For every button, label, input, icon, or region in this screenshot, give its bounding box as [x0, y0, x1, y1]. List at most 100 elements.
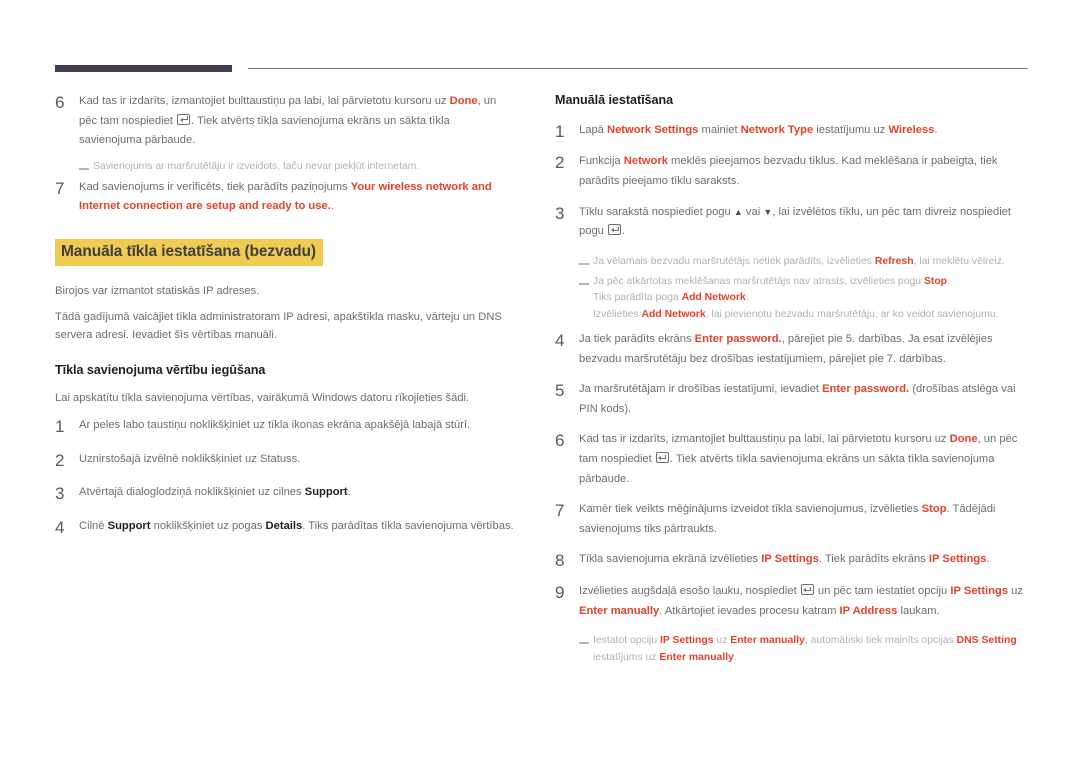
subheading-wrap: Tīkla savienojuma vērtību iegūšana [55, 362, 515, 380]
section-heading: Manuālā iestatīšana [555, 93, 674, 107]
list-item: 5 Ja maršrutētājam ir drošības iestatīju… [555, 380, 1030, 419]
step-number: 6 [555, 431, 565, 451]
accent-term: DNS Setting [956, 635, 1017, 647]
section-heading-wrap: Manuāla tīkla iestatīšana (bezvadu) [55, 238, 515, 266]
enter-key-icon [655, 452, 669, 464]
list-item: 7 Kamēr tiek veikts mēģinājums izveidot … [555, 500, 1030, 539]
step-text: Kad savienojums ir verificēts, tiek parā… [79, 180, 492, 213]
note-text: Ja pēc atkārtotas meklēšanas maršrutētāj… [593, 275, 950, 287]
accent-term: IP Settings [660, 635, 714, 647]
ui-term: Details [265, 519, 303, 532]
right-column: Manuālā iestatīšana 1 Lapā Network Setti… [555, 92, 1030, 667]
step-number: 7 [55, 178, 65, 198]
accent-term: Network Settings [607, 123, 699, 136]
accent-term: Network Type [740, 123, 814, 136]
list-item: 4 Ja tiek parādīts ekrāns Enter password… [555, 330, 1030, 369]
accent-term: Stop [921, 503, 947, 516]
accent-term: Network [623, 155, 668, 168]
accent-term: Add Network [681, 292, 746, 304]
step-text: Ja maršrutētājam ir drošības iestatījumi… [579, 383, 1016, 415]
ui-term: Support [107, 519, 151, 532]
step-number: 2 [55, 450, 65, 470]
accent-term: Enter password. [822, 383, 910, 396]
list-item: 1 Ar peles labo taustiņu noklikšķiniet u… [55, 416, 515, 437]
note-dash-icon [579, 642, 589, 645]
note-dash-icon [579, 262, 589, 265]
list-item: 4 Cilnē Support noklikšķiniet uz pogas D… [55, 517, 515, 538]
step-text: Atvērtajā dialoglodziņā noklikšķiniet uz… [79, 486, 351, 499]
list-item: 6 Kad tas ir izdarīts, izmantojiet bultt… [555, 430, 1030, 489]
step-number: 3 [555, 203, 565, 223]
step-text: Kamēr tiek veikts mēģinājums izveidot tī… [579, 503, 996, 535]
accent-term: Enter manually [730, 635, 805, 647]
step-number: 3 [55, 484, 65, 504]
list-item: 7 Kad savienojums ir verificēts, tiek pa… [55, 178, 515, 217]
arrow-up-icon: ▲ [733, 206, 743, 217]
section-heading: Tīkla savienojuma vērtību iegūšana [55, 363, 266, 378]
list-item: 6 Kad tas ir izdarīts, izmantojiet bultt… [55, 92, 515, 151]
accent-term: Done [449, 95, 478, 107]
accent-term: Stop [923, 275, 948, 287]
accent-term: Add Network [641, 309, 706, 321]
note-text: Iestatot opciju IP Settings uz Enter man… [593, 635, 1017, 664]
step-text: Lapā Network Settings mainiet Network Ty… [579, 123, 938, 136]
list-item: 2 Uznirstošajā izvēlnē noklikšķiniet uz … [55, 450, 515, 471]
accent-term: Enter manually [579, 604, 660, 617]
header-rule [248, 68, 1028, 69]
step-text: Kad tas ir izdarīts, izmantojiet bulttau… [79, 95, 497, 147]
page-header [0, 0, 1080, 80]
left-column: 6 Kad tas ir izdarīts, izmantojiet bultt… [55, 92, 515, 540]
step-text: Ar peles labo taustiņu noklikšķiniet uz … [79, 418, 471, 431]
accent-term: IP Settings [950, 585, 1008, 598]
step-text: Cilnē Support noklikšķiniet uz pogas Det… [79, 519, 514, 532]
step-text: Funkcija Network meklēs pieejamos bezvad… [579, 155, 998, 187]
list-item: 9 Izvēlieties augšdaļā esošo lauku, nosp… [555, 582, 1030, 621]
enter-key-icon [177, 113, 191, 125]
step-text: Ja tiek parādīts ekrāns Enter password.,… [579, 333, 993, 365]
list-item: 3 Tīklu sarakstā nospiediet pogu ▲ vai ▼… [555, 203, 1030, 242]
step-text: Tīklu sarakstā nospiediet pogu ▲ vai ▼, … [579, 205, 1012, 238]
step-number: 8 [555, 551, 565, 571]
accent-term: IP Settings [928, 553, 987, 566]
paragraph: Tādā gadījumā vaicājiet tīkla administra… [55, 310, 502, 341]
step-text: Izvēlieties augšdaļā esošo lauku, nospie… [579, 584, 1023, 617]
note: Iestatot opciju IP Settings uz Enter man… [555, 633, 1030, 667]
note-text: Savienojums ar maršrutētāju ir izveidots… [93, 160, 420, 172]
accent-term: IP Address [839, 604, 898, 617]
accent-term: Refresh [874, 255, 914, 267]
list-item: 2 Funkcija Network meklēs pieejamos bezv… [555, 152, 1030, 191]
page-title: Manuāla tīkla iestatīšana (bezvadu) [55, 238, 323, 266]
enter-key-icon [800, 584, 814, 596]
list-item: 3 Atvērtajā dialoglodziņā noklikšķiniet … [55, 483, 515, 504]
note: Savienojums ar maršrutētāju ir izveidots… [55, 159, 515, 176]
step-text: Kad tas ir izdarīts, izmantojiet bulttau… [579, 433, 1018, 485]
note-continuation: Izvēlieties Add Network, lai pievienotu … [593, 309, 999, 321]
step-number: 6 [55, 93, 65, 112]
note: Ja vēlamais bezvadu maršrutētājs netiek … [555, 254, 1030, 271]
accent-term: Enter manually [659, 652, 734, 664]
accent-term: Wireless [888, 123, 935, 136]
step-text: Uznirstošajā izvēlnē noklikšķiniet uz St… [79, 452, 301, 465]
arrow-down-icon: ▼ [763, 206, 773, 217]
step-number: 4 [55, 517, 65, 537]
note-dash-icon [79, 167, 89, 170]
note-dash-icon [579, 282, 589, 285]
note-continuation: Tiks parādīta poga Add Network. [593, 292, 749, 304]
ui-term: Support [304, 486, 348, 499]
step-number: 1 [555, 121, 565, 141]
enter-key-icon [608, 224, 621, 236]
header-accent-bar [55, 65, 232, 72]
step-number: 2 [555, 153, 565, 173]
paragraph: Birojos var izmantot statiskās IP adrese… [55, 284, 260, 297]
note-text: Ja vēlamais bezvadu maršrutētājs netiek … [593, 255, 1005, 267]
accent-term: IP Settings [761, 553, 819, 566]
step-number: 9 [555, 583, 565, 603]
accent-term: Enter password. [694, 333, 782, 346]
list-item: 8 Tīkla savienojuma ekrānā izvēlieties I… [555, 550, 1030, 571]
note: Ja pēc atkārtotas meklēšanas maršrutētāj… [555, 274, 1030, 291]
paragraph: Lai apskatītu tīkla savienojuma vērtības… [55, 391, 470, 404]
list-item: 1 Lapā Network Settings mainiet Network … [555, 121, 1030, 142]
step-number: 5 [555, 381, 565, 401]
step-number: 4 [555, 331, 565, 351]
step-number: 1 [55, 416, 65, 436]
